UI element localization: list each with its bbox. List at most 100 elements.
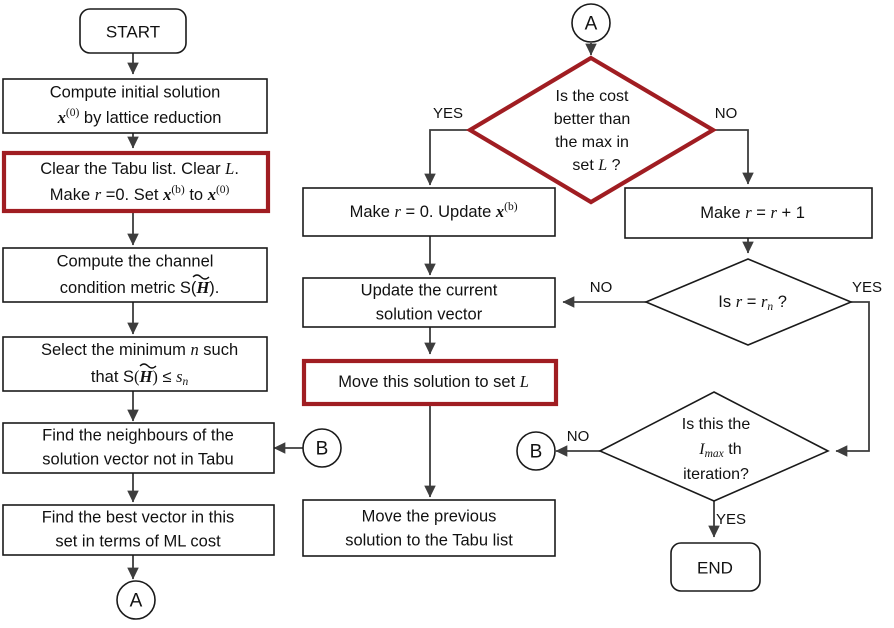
clear-tabu-var-xb: x xyxy=(162,185,171,204)
clear-tabu-line1-var: L xyxy=(224,159,234,178)
compute-initial-line1: Compute initial solution xyxy=(50,83,221,101)
edge-label-rn-no: NO xyxy=(590,279,613,296)
connector-b-right-label: B xyxy=(530,442,543,463)
cost-decision-line4-var: L xyxy=(597,157,607,174)
clear-tabu-sup-0: (0) xyxy=(216,184,230,196)
flowchart-canvas: START Compute initial solution x(0) by l… xyxy=(0,0,894,628)
start-label: START xyxy=(106,23,160,42)
move-set-l-pre: Move this solution to set xyxy=(338,373,520,391)
move-set-l-text: Move this solution to set L xyxy=(297,372,561,392)
compute-initial-post: by lattice reduction xyxy=(79,109,221,127)
node-clear-tabu-list[interactable]: Clear the Tabu list. Clear L. Make r =0.… xyxy=(0,150,271,214)
rn-decision-pre: Is xyxy=(718,293,735,311)
node-make-r-zero[interactable]: Make r = 0. Update x(b) xyxy=(302,187,556,237)
edge-label-cost-no: NO xyxy=(715,105,738,122)
move-previous-line2: solution to the Tabu list xyxy=(345,531,513,549)
clear-tabu-line1-end: . xyxy=(234,160,239,178)
connector-b-right[interactable]: B xyxy=(516,431,556,471)
node-compute-channel-metric[interactable]: Compute the channel condition metric S(H… xyxy=(2,247,268,303)
node-move-previous-solution[interactable]: Move the previous solution to the Tabu l… xyxy=(302,499,556,557)
make-r-zero-mid: = 0. Update xyxy=(401,203,496,221)
update-current-line2: solution vector xyxy=(376,305,483,323)
edge-label-imax-yes: YES xyxy=(716,511,746,528)
make-r-plus-one-post: + 1 xyxy=(777,204,805,222)
move-set-l-var: L xyxy=(519,372,529,391)
select-min-n-var: n xyxy=(190,340,198,359)
make-r-plus-one-text: Make r = r + 1 xyxy=(659,203,837,223)
select-min-n-var-h: H xyxy=(139,367,154,386)
imax-decision-sub: max xyxy=(705,448,725,460)
cost-decision-line2: better than xyxy=(554,111,631,128)
end-label: END xyxy=(697,559,733,578)
edge-cost-no-to-make-r-plus-1 xyxy=(713,129,754,185)
clear-tabu-var-x0: x xyxy=(207,185,216,204)
make-r-zero-pre: Make xyxy=(350,203,395,221)
find-neighbours-line2: solution vector not in Tabu xyxy=(42,450,233,468)
node-make-r-plus-one[interactable]: Make r = r + 1 xyxy=(624,187,873,239)
node-select-minimum-n[interactable]: Select the minimum n such that S(H) ≤ sn xyxy=(0,336,270,392)
select-min-n-post: such xyxy=(199,341,238,359)
cost-decision-shape xyxy=(465,55,718,205)
update-current-line1: Update the current xyxy=(361,281,498,299)
edge-label-rn-yes: YES xyxy=(852,279,882,296)
clear-tabu-mid: =0. Set xyxy=(101,186,163,204)
connector-a-top-label: A xyxy=(585,14,598,35)
channel-metric-post: ). xyxy=(209,279,219,297)
clear-tabu-line1-text: Clear the Tabu list. Clear xyxy=(40,160,225,178)
channel-metric-var-h: H xyxy=(195,278,210,297)
node-start[interactable]: START xyxy=(79,8,187,54)
compute-initial-sup: (0) xyxy=(66,107,80,119)
node-find-best-vector[interactable]: Find the best vector in this set in term… xyxy=(2,504,275,556)
make-r-plus-one-mid: = xyxy=(752,204,771,222)
channel-metric-line2: condition metric S(H). xyxy=(19,278,252,298)
compute-initial-line2: x(0) by lattice reduction xyxy=(16,107,253,128)
node-move-solution-to-set-l[interactable]: Move this solution to set L xyxy=(297,358,561,407)
connector-b-left-label: B xyxy=(316,439,329,460)
clear-tabu-sup-b: (b) xyxy=(171,184,185,196)
clear-tabu-pre: Make xyxy=(50,186,95,204)
cost-decision-line4-pre: set xyxy=(572,157,598,174)
node-update-current-solution[interactable]: Update the current solution vector xyxy=(302,277,556,328)
select-min-n-sub-n: n xyxy=(183,376,189,388)
imax-decision-post: th xyxy=(724,441,742,458)
node-compute-initial-solution[interactable]: Compute initial solution x(0) by lattice… xyxy=(2,78,268,134)
select-min-n-line2-pre: that S xyxy=(91,368,134,386)
cost-decision-line4-post: ? xyxy=(607,157,620,174)
decision-cost-better-than-max[interactable]: Is the cost better than the max in set L… xyxy=(465,55,718,205)
cost-decision-line4: set L ? xyxy=(532,157,651,175)
clear-tabu-line1: Clear the Tabu list. Clear L. xyxy=(0,159,271,179)
cost-decision-line1: Is the cost xyxy=(556,88,629,105)
flowchart-svg: START Compute initial solution x(0) by l… xyxy=(0,3,882,620)
edge-cost-yes-to-make-r0 xyxy=(424,129,470,186)
cost-decision-line3: the max in xyxy=(555,134,629,151)
rn-decision-post: ? xyxy=(773,293,787,311)
node-find-neighbours[interactable]: Find the neighbours of the solution vect… xyxy=(2,422,275,474)
connector-a-bottom[interactable]: A xyxy=(116,580,156,620)
connector-a-bottom-label: A xyxy=(130,591,143,612)
decision-r-equals-rn[interactable]: Is r = rn ? xyxy=(643,258,854,346)
rn-decision-text: Is r = rn ? xyxy=(677,292,819,313)
edge-rn-yes-to-imax-decision xyxy=(835,301,870,457)
decision-imax-iteration[interactable]: Is this the Imax th iteration? xyxy=(598,391,830,502)
find-best-line2: set in terms of ML cost xyxy=(55,532,221,550)
make-r-zero-var-x: x xyxy=(495,202,504,221)
node-end[interactable]: END xyxy=(670,542,761,592)
clear-tabu-to: to xyxy=(185,186,208,204)
rn-decision-mid: = xyxy=(742,293,761,311)
make-r-zero-sup-b: (b) xyxy=(504,201,518,213)
imax-decision-line1: Is this the xyxy=(682,416,751,433)
find-neighbours-line1: Find the neighbours of the xyxy=(42,426,234,444)
find-best-line1: Find the best vector in this xyxy=(42,508,235,526)
channel-metric-line1: Compute the channel xyxy=(57,252,214,270)
edge-label-cost-yes: YES xyxy=(433,105,463,122)
imax-decision-line3: iteration? xyxy=(683,466,749,483)
connector-b-left[interactable]: B xyxy=(302,428,342,468)
connector-a-top[interactable]: A xyxy=(571,3,611,43)
edge-label-imax-no: NO xyxy=(567,428,590,445)
select-min-n-pre: Select the minimum xyxy=(41,341,190,359)
select-min-n-rel: ≤ xyxy=(158,368,176,386)
imax-decision-shape xyxy=(598,391,830,502)
select-min-n-line1: Select the minimum n such xyxy=(0,340,270,360)
compute-initial-var: x xyxy=(57,108,66,127)
move-previous-line1: Move the previous xyxy=(362,507,497,525)
